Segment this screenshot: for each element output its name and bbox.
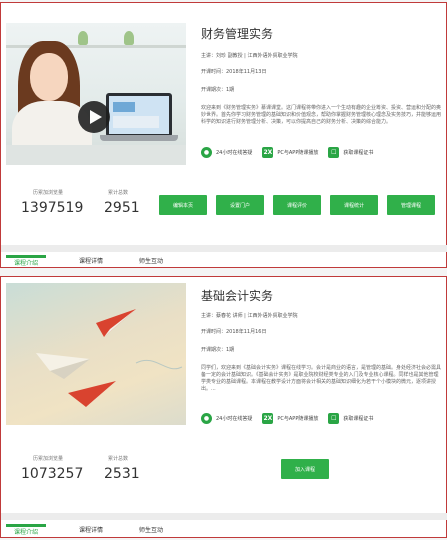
course-card-finance: 财务管理实务 主讲：刘珍 副教授 | 江西外语外贸职业学院 开课时间：2018年… xyxy=(0,2,447,268)
play-icon[interactable] xyxy=(78,101,110,133)
course-speaker: 主讲：蔡春花 讲师 | 江西外语外贸职业学院 xyxy=(201,313,298,319)
laptop-base xyxy=(100,135,178,141)
paper-planes-illustration xyxy=(36,309,183,407)
feature-certificate: ☐ 获取课程证书 xyxy=(328,147,373,158)
set-portal-button[interactable]: 设置门户 xyxy=(216,195,264,215)
tab-intro[interactable]: 课程介绍 xyxy=(6,255,46,269)
feature-list: ● 24小时在线答疑 2X PC与APP随课播放 ☐ 获取课程证书 xyxy=(201,413,383,424)
tab-intro[interactable]: 课程介绍 xyxy=(6,524,46,538)
chat-icon: ● xyxy=(201,147,212,158)
tab-details[interactable]: 课程详情 xyxy=(79,255,103,269)
stat-label: 历累加浏览量 xyxy=(33,190,64,196)
2x-icon: 2X xyxy=(262,413,274,424)
course-review-button[interactable]: 课程评价 xyxy=(273,195,321,215)
2x-icon: 2X xyxy=(262,147,274,158)
course-title: 基础会计实务 xyxy=(201,289,274,303)
course-open-time: 开课时间：2018年11月16日 xyxy=(201,329,267,335)
tab-interaction[interactable]: 师生互动 xyxy=(139,255,163,269)
desk-decoration xyxy=(6,145,186,165)
feature-pc-app: 2X PC与APP随课播放 xyxy=(262,413,319,424)
course-card-accounting: 基础会计实务 主讲：蔡春花 讲师 | 江西外语外贸职业学院 开课时间：2018年… xyxy=(0,276,447,538)
feature-qa: ● 24小时在线答疑 xyxy=(201,147,252,158)
course-speaker: 主讲：刘珍 副教授 | 江西外语外贸职业学院 xyxy=(201,53,298,59)
stat-value: 1073257 xyxy=(21,466,84,482)
plant-decoration xyxy=(78,31,88,45)
plant-decoration xyxy=(124,31,134,45)
stat-views: 历累加浏览量 1073257 xyxy=(21,455,83,482)
course-tabs: 课程介绍 课程详情 师生互动 xyxy=(1,524,447,538)
course-open-round: 开课期次：1期 xyxy=(201,347,235,353)
feature-list: ● 24小时在线答疑 2X PC与APP随课播放 ☐ 获取课程证书 xyxy=(201,147,383,158)
feature-qa: ● 24小时在线答疑 xyxy=(201,413,252,424)
certificate-icon: ☐ xyxy=(328,413,340,424)
course-open-time: 开课时间：2018年11月13日 xyxy=(201,69,267,75)
course-thumbnail[interactable] xyxy=(6,23,186,165)
tab-interaction[interactable]: 师生互动 xyxy=(139,524,163,538)
divider xyxy=(1,245,447,252)
manage-course-button[interactable]: 管理课程 xyxy=(387,195,435,215)
feature-pc-app: 2X PC与APP随课播放 xyxy=(262,147,319,158)
chat-icon: ● xyxy=(201,413,212,424)
stat-total: 累计总数 2951 xyxy=(104,189,140,216)
join-course-button[interactable]: 加入课程 xyxy=(281,459,329,479)
certificate-icon: ☐ xyxy=(328,147,340,158)
course-description: 同学们，欢迎来到《基础会计实务》课程在线学习。会计是商业的语言，是管理的基础。身… xyxy=(201,365,442,392)
feature-certificate: ☐ 获取课程证书 xyxy=(328,413,373,424)
course-title: 财务管理实务 xyxy=(201,27,274,41)
person-face xyxy=(30,53,68,101)
stat-value: 2531 xyxy=(104,466,140,482)
laptop-illustration xyxy=(106,93,172,137)
course-stats-button[interactable]: 课程统计 xyxy=(330,195,378,215)
course-thumbnail[interactable] xyxy=(6,283,186,425)
course-description: 欢迎来到《财务管理实务》慕课课堂。这门课程将带你进入一个生动有趣的企业筹资、投资… xyxy=(201,105,442,125)
stat-value: 2951 xyxy=(104,200,140,216)
course-tabs: 课程介绍 课程详情 师生互动 xyxy=(1,255,447,269)
stat-label: 历累加浏览量 xyxy=(33,456,64,462)
stat-label: 累计总数 xyxy=(108,456,129,462)
stat-total: 累计总数 2531 xyxy=(104,455,140,482)
tab-details[interactable]: 课程详情 xyxy=(79,524,103,538)
divider xyxy=(1,513,447,520)
stat-label: 累计总数 xyxy=(108,190,129,196)
edit-page-button[interactable]: 编辑本页 xyxy=(159,195,207,215)
stat-views: 历累加浏览量 1397519 xyxy=(21,189,83,216)
course-open-round: 开课期次：1期 xyxy=(201,87,235,93)
stat-value: 1397519 xyxy=(21,200,84,216)
